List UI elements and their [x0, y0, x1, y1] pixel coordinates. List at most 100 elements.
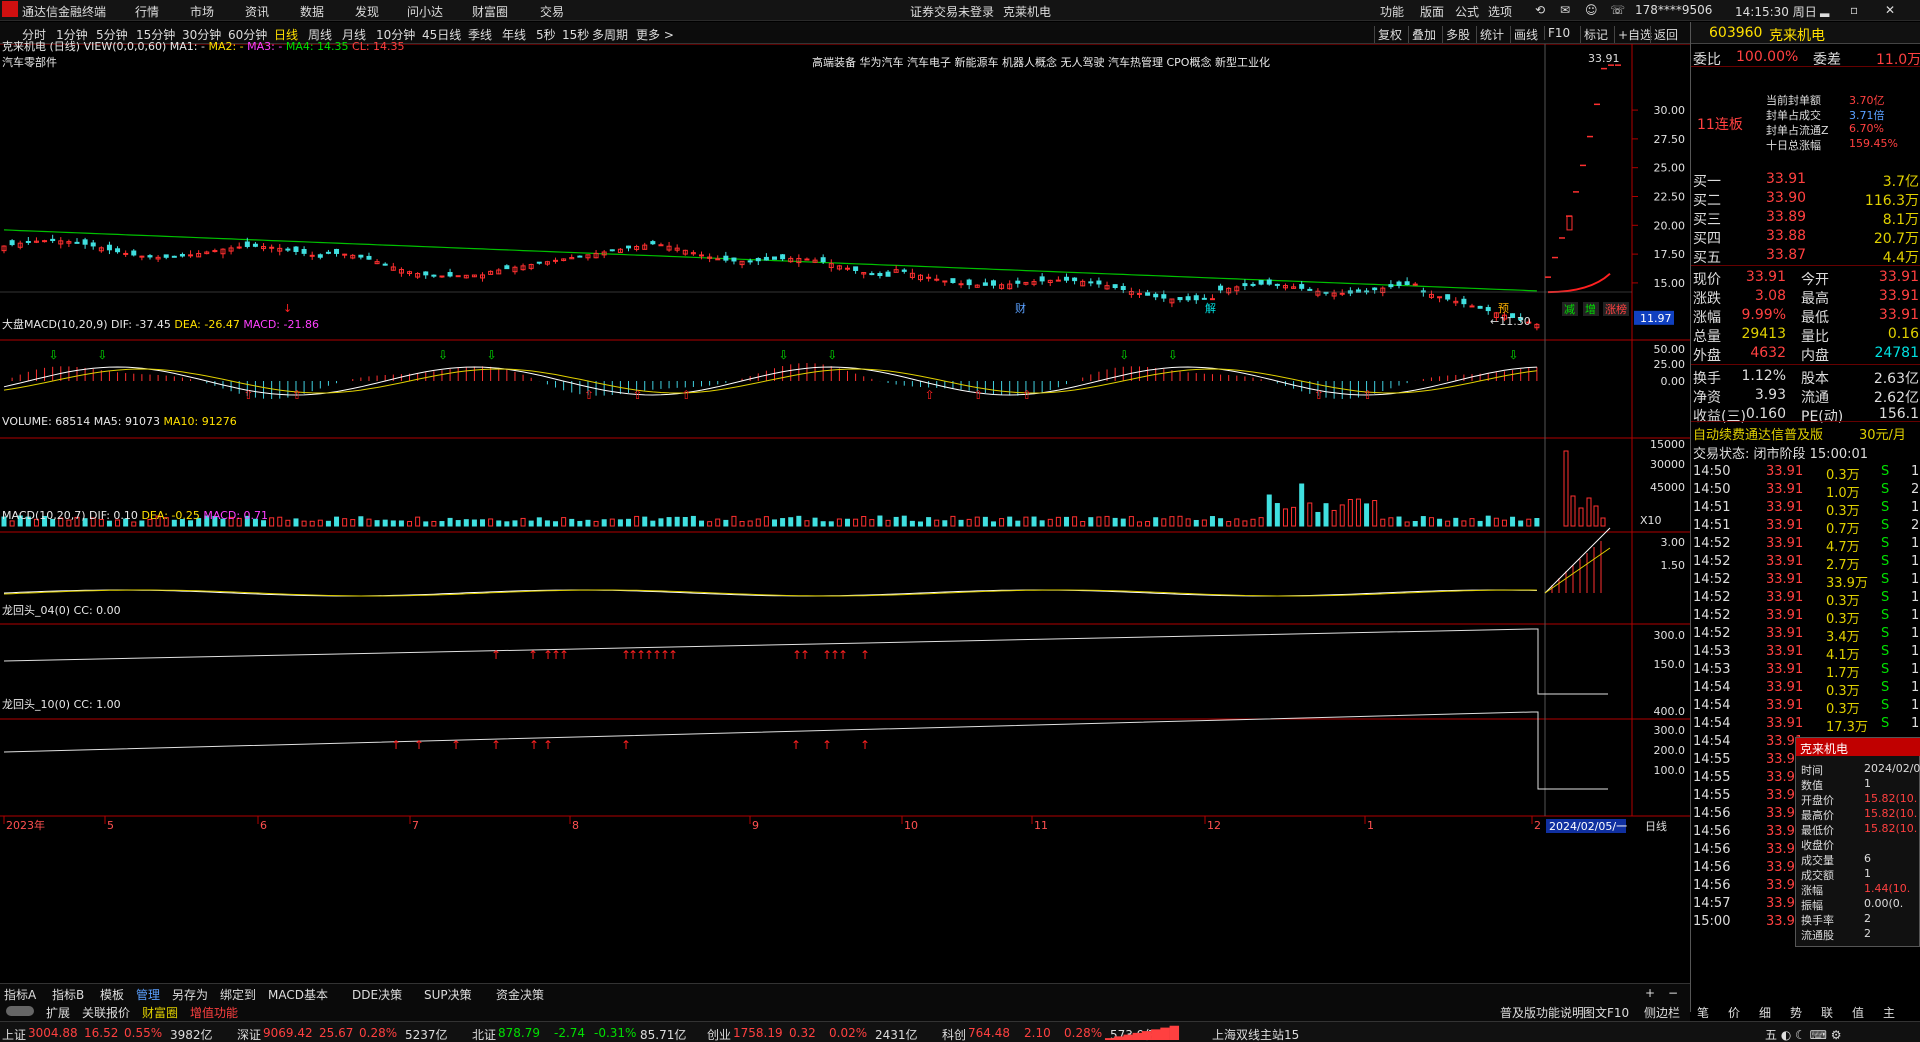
volume-bar [390, 520, 396, 527]
chart-area[interactable]: 30.00 27.50 25.00 22.50 20.00 17.50 15.00 11.97… [0, 40, 1690, 988]
indicator-tab[interactable]: MACD基本 [268, 986, 328, 1003]
zoom-out-icon[interactable]: − [1668, 986, 1678, 1000]
server-name[interactable]: 上海双线主站15 [1212, 1026, 1299, 1042]
indicator-tab[interactable]: 指标B [52, 986, 84, 1003]
menu-item-discover[interactable]: 发现 [355, 3, 379, 20]
event-marker[interactable]: 预 [1498, 302, 1509, 315]
toolbar-action[interactable]: 统计 [1476, 26, 1504, 43]
message-icon[interactable]: ✉ [1560, 3, 1570, 17]
close-icon[interactable]: ✕ [1885, 3, 1895, 17]
bid-row[interactable]: 买三 33.89 8.1万 [1691, 208, 1920, 228]
indicator-tab[interactable]: 管理 [136, 986, 160, 1003]
bid-row[interactable]: 买一 33.91 3.7亿 [1691, 170, 1920, 190]
menu-function[interactable]: 功能 [1380, 3, 1404, 20]
indicator-tab[interactable]: 指标A [4, 986, 36, 1003]
indicator-tab[interactable]: 模板 [100, 986, 124, 1003]
ma4-curve [1547, 272, 1611, 294]
tick-row: 14:50 33.91 0.3万 S 1 [1691, 463, 1920, 483]
bid-row[interactable]: 买五 33.87 4.4万 [1691, 246, 1920, 266]
index-name[interactable]: 科创 [942, 1026, 966, 1042]
toolbar-action[interactable]: 返回 [1650, 26, 1678, 43]
menu-item-ask[interactable]: 问小达 [407, 3, 443, 20]
promo-price[interactable]: 30元/月 [1859, 424, 1906, 443]
toolbar-action[interactable]: 画线 [1510, 26, 1538, 43]
quote-tab[interactable]: 笔 [1697, 1004, 1709, 1021]
menu-item-trade[interactable]: 交易 [540, 3, 564, 20]
extension-tab[interactable]: 关联报价 [82, 1004, 130, 1021]
tag-label[interactable]: 减 [1564, 303, 1575, 316]
zoom-in-icon[interactable]: + [1645, 986, 1655, 1000]
index-name[interactable]: 上证 [2, 1026, 26, 1042]
toggle-switch[interactable] [6, 1006, 34, 1016]
toolbar-action[interactable]: +自选 [1614, 26, 1652, 43]
menu-layout[interactable]: 版面 [1420, 3, 1444, 20]
toolbar-action[interactable]: F10 [1544, 26, 1570, 40]
stat-value2: 33.91 [1878, 269, 1919, 285]
indicator-tab[interactable]: 绑定到 [220, 986, 256, 1003]
tag-label[interactable]: 增 [1585, 302, 1596, 316]
event-marker[interactable]: 财 [1015, 301, 1026, 315]
volume-ma10: MA10: 91276 [163, 415, 237, 428]
toolbar-action[interactable]: 复权 [1374, 26, 1402, 43]
indicator-tab[interactable]: SUP决策 [424, 986, 472, 1003]
quote-tab[interactable]: 联 [1821, 1004, 1833, 1021]
quote-tab[interactable]: 值 [1852, 1004, 1864, 1021]
event-marker[interactable]: 解 [1205, 301, 1216, 315]
tick-side: S [1881, 608, 1890, 623]
extension-tab[interactable]: 增值功能 [190, 1004, 238, 1021]
period-tab[interactable]: 更多 > [636, 26, 674, 43]
popup-value: 1 [1864, 867, 1871, 880]
indicator-tab[interactable]: DDE决策 [352, 986, 402, 1003]
promo-label[interactable]: 自动续费通达信普及版 [1693, 424, 1823, 443]
login-warning[interactable]: 证券交易未登录 [910, 3, 994, 20]
menu-item-news[interactable]: 资讯 [245, 3, 269, 20]
period-tab[interactable]: 15秒 [562, 26, 589, 43]
account-id[interactable]: 178****9506 [1635, 3, 1712, 17]
tick-count: 1 [1911, 608, 1920, 623]
bid-row[interactable]: 买四 33.88 20.7万 [1691, 227, 1920, 247]
panel-link[interactable]: 普及版功能说明 [1500, 1004, 1584, 1021]
sell-arrow-icon: ⇩ [487, 348, 497, 362]
indicator-tab[interactable]: 资金决策 [496, 986, 544, 1003]
tag-label[interactable]: 涨榜 [1605, 302, 1627, 316]
menu-item-market[interactable]: 市场 [190, 3, 214, 20]
menu-options[interactable]: 选项 [1488, 3, 1512, 20]
minimize-icon[interactable]: ▂ [1820, 3, 1829, 17]
index-name[interactable]: 创业 [707, 1026, 731, 1042]
period-tab[interactable]: 年线 [502, 26, 526, 43]
menu-formula[interactable]: 公式 [1455, 3, 1479, 20]
x-axis-mode[interactable]: 日线 [1645, 819, 1667, 833]
quote-tab[interactable]: 势 [1790, 1004, 1802, 1021]
volume-bar [609, 518, 615, 527]
toolbar-action[interactable]: 多股 [1442, 26, 1470, 43]
index-name[interactable]: 深证 [237, 1026, 261, 1042]
extension-tab[interactable]: 财富圈 [142, 1004, 178, 1021]
quote-tab[interactable]: 主 [1883, 1004, 1895, 1021]
event-marker[interactable]: ↓ [283, 302, 292, 315]
phone-icon[interactable]: ☏ [1610, 3, 1625, 17]
index-name[interactable]: 北证 [472, 1026, 496, 1042]
indicator-tab[interactable]: 另存为 [172, 986, 208, 1003]
period-tab[interactable]: 45日线 [422, 26, 461, 43]
toolbar-action[interactable]: 标记 [1580, 26, 1608, 43]
period-tab[interactable]: 5秒 [536, 26, 556, 43]
panel-link[interactable]: 图文F10 [1583, 1004, 1629, 1021]
toolbar-action[interactable]: 叠加 [1408, 26, 1436, 43]
bid-row[interactable]: 买二 33.90 116.3万 [1691, 189, 1920, 209]
ime-icon[interactable]: 五 ◐ ☾ ⌨ ⚙ [1765, 1026, 1842, 1042]
dapan-header: 大盘MACD(10,20,9) DIF: -37.45 DEA: -26.47 … [2, 316, 319, 332]
period-tab[interactable]: 季线 [468, 26, 492, 43]
data-popup[interactable]: 克来机电 时间 2024/02/0 数值 1 开盘价 15.82(10. 最高价 15.82(1… [1795, 737, 1920, 947]
quote-tab[interactable]: 细 [1759, 1004, 1771, 1021]
quote-tab[interactable]: 价 [1728, 1004, 1740, 1021]
candle-body [1266, 279, 1272, 285]
maximize-icon[interactable]: ▫ [1850, 3, 1858, 17]
refresh-icon[interactable]: ⟲ [1535, 3, 1545, 17]
user-icon[interactable]: ☺ [1585, 3, 1598, 17]
period-tab[interactable]: 多周期 [592, 26, 628, 43]
menu-item-wealth[interactable]: 财富圈 [472, 3, 508, 20]
extension-tab[interactable]: 扩展 [46, 1004, 70, 1021]
menu-item-data[interactable]: 数据 [300, 3, 324, 20]
candle-body [1209, 298, 1215, 301]
menu-item-quotes[interactable]: 行情 [135, 3, 159, 20]
